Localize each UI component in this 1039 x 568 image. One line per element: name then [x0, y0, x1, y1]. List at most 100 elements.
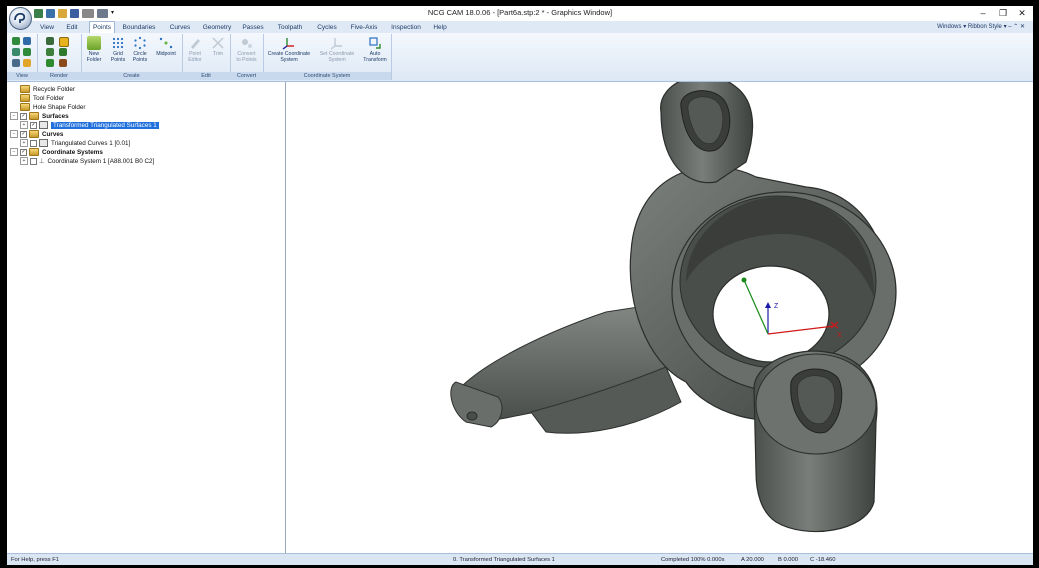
- tab-view[interactable]: View: [37, 22, 57, 33]
- render-texture-icon[interactable]: [59, 59, 67, 67]
- zoom-fit-icon[interactable]: [12, 59, 20, 67]
- coord-checkbox[interactable]: [30, 157, 37, 165]
- tree-item-recycle-folder[interactable]: Recycle Folder: [20, 85, 75, 94]
- surface-checkbox[interactable]: ✓: [30, 121, 37, 129]
- part-model: Z X: [450, 82, 897, 533]
- pencil-icon: [191, 39, 200, 49]
- bore-hole: [712, 265, 830, 363]
- view-front-icon[interactable]: [12, 48, 20, 56]
- circle-points-button[interactable]: Circle Points: [130, 36, 150, 63]
- object-tree-panel: Recycle Folder Tool Folder Hole Shape Fo…: [7, 82, 286, 553]
- minimize-ribbon-icon[interactable]: – ⌃ ✕: [1008, 24, 1025, 30]
- ribbon-group-view: View: [7, 34, 38, 80]
- tab-toolpath[interactable]: Toolpath: [275, 22, 305, 33]
- tab-cycles[interactable]: Cycles: [314, 22, 340, 33]
- trim-button[interactable]: Trim: [208, 36, 228, 57]
- minimize-icon[interactable]: –: [975, 7, 991, 19]
- axis-x-label: X: [837, 332, 842, 339]
- collapse-icon[interactable]: −: [10, 112, 18, 121]
- surfaces-checkbox[interactable]: ✓: [20, 112, 27, 120]
- group-label-coordinate-system: Coordinate System: [263, 72, 391, 80]
- status-selection: 0. Transformed Triangulated Surfaces 1: [453, 557, 555, 563]
- tree-item-coordinate-system-1[interactable]: + ⊥ Coordinate System 1 [A88.001 B0 C2]: [20, 157, 154, 166]
- convert-to-points-button[interactable]: Convert to Points: [232, 36, 261, 63]
- tree-item-transformed-surfaces[interactable]: + ✓ Transformed Triangulated Surfaces 1: [20, 121, 159, 130]
- app-logo-icon: [14, 12, 26, 23]
- tree-item-surfaces[interactable]: − ✓ Surfaces: [10, 112, 69, 121]
- status-b-angle: B 0.000: [778, 557, 798, 563]
- render-gold-icon[interactable]: [59, 37, 69, 47]
- view-iso-icon[interactable]: [12, 37, 20, 45]
- ribbon: View Render New Folder Grid Points Circl…: [7, 33, 1033, 82]
- windows-menu[interactable]: Windows: [937, 24, 961, 30]
- render-shaded-icon[interactable]: [46, 37, 54, 45]
- new-folder-button[interactable]: New Folder: [83, 36, 105, 63]
- zoom-window-icon[interactable]: [23, 59, 31, 67]
- group-label-convert: Convert: [230, 72, 263, 80]
- tree-item-curves[interactable]: − ✓ Curves: [10, 130, 63, 139]
- expand-icon[interactable]: +: [20, 139, 28, 148]
- group-label-edit: Edit: [182, 72, 230, 80]
- view-side-icon[interactable]: [23, 48, 31, 56]
- status-a-angle: A 20.000: [741, 557, 764, 563]
- set-coordinate-system-button[interactable]: Set Coordinate System: [315, 36, 359, 63]
- midpoint-button[interactable]: Midpoint: [152, 36, 180, 57]
- tab-curves[interactable]: Curves: [167, 22, 193, 33]
- selected-tree-label: Transformed Triangulated Surfaces 1: [51, 122, 159, 129]
- coord-folder-icon: [29, 148, 39, 157]
- tab-geometry[interactable]: Geometry: [201, 22, 233, 33]
- coord-systems-checkbox[interactable]: ✓: [20, 148, 27, 156]
- app-menu-button[interactable]: [9, 7, 32, 30]
- expand-icon[interactable]: +: [20, 157, 28, 166]
- tab-five-axis[interactable]: Five-Axis: [348, 22, 380, 33]
- status-c-angle: C -18.460: [810, 557, 836, 563]
- tree-item-tool-folder[interactable]: Tool Folder: [20, 94, 64, 103]
- coordinate-axes-icon: [282, 38, 294, 50]
- auto-transform-icon: [369, 37, 381, 49]
- axis-y-dot: [741, 277, 747, 283]
- group-label-view: View: [7, 72, 37, 80]
- tree-item-hole-shape-folder[interactable]: Hole Shape Folder: [20, 103, 86, 112]
- create-coordinate-system-button[interactable]: Create Coordinate System: [265, 36, 313, 63]
- status-bar: For Help, press F1 0. Transformed Triang…: [7, 553, 1033, 565]
- ribbon-group-edit: Point Editor Trim Edit: [182, 34, 231, 80]
- tree-item-coordinate-systems[interactable]: − ✓ Coordinate Systems: [10, 148, 103, 157]
- render-hidden-icon[interactable]: [59, 48, 67, 56]
- curves-folder-icon: [29, 130, 39, 139]
- axis-z-label: Z: [774, 303, 779, 310]
- window-title: NCG CAM 18.0.06 - [Part6a.stp:2 * - Grap…: [427, 8, 613, 17]
- render-smooth-icon[interactable]: [46, 59, 54, 67]
- graphics-window[interactable]: Z X: [286, 82, 1033, 553]
- expand-icon[interactable]: +: [20, 121, 28, 130]
- curve-checkbox[interactable]: [30, 139, 37, 147]
- auto-transform-button[interactable]: Auto Transform: [361, 36, 389, 63]
- surfaces-folder-icon: [29, 112, 39, 121]
- view-top-icon[interactable]: [23, 37, 31, 45]
- ribbon-group-render: Render: [37, 34, 82, 80]
- tab-help[interactable]: Help: [431, 22, 449, 33]
- set-axes-icon: [330, 38, 342, 50]
- render-wire-icon[interactable]: [46, 48, 54, 56]
- application-window: ▾ NCG CAM 18.0.06 - [Part6a.stp:2 * - Gr…: [7, 6, 1033, 565]
- tab-boundaries[interactable]: Boundaries: [120, 22, 158, 33]
- curves-checkbox[interactable]: ✓: [20, 130, 27, 138]
- restore-icon[interactable]: ❐: [995, 7, 1011, 19]
- tab-inspection[interactable]: Inspection: [388, 22, 424, 33]
- tab-passes[interactable]: Passes: [240, 22, 266, 33]
- ribbon-group-convert: Convert to Points Convert: [230, 34, 264, 80]
- grid-points-button[interactable]: Grid Points: [108, 36, 128, 63]
- close-icon[interactable]: ✕: [1014, 7, 1030, 19]
- recycle-folder-icon: [20, 85, 30, 94]
- circle-points-icon: [134, 36, 146, 50]
- point-editor-button[interactable]: Point Editor: [184, 36, 206, 63]
- collapse-icon[interactable]: −: [10, 130, 18, 139]
- tree-item-triangulated-curves[interactable]: + Triangulated Curves 1 [0.01]: [20, 139, 130, 148]
- convert-icon: [241, 39, 252, 48]
- ribbon-group-coordinate-system: Create Coordinate System Set Coordinate …: [263, 34, 392, 80]
- tab-edit[interactable]: Edit: [63, 22, 81, 33]
- collapse-icon[interactable]: −: [10, 148, 18, 157]
- arm-end-hole: [466, 411, 478, 421]
- ribbon-right-menu: Windows ▾ Ribbon Style ▾ – ⌃ ✕: [937, 23, 1025, 30]
- ribbon-style-menu[interactable]: Ribbon Style: [968, 24, 1002, 30]
- axis-icon: ⊥: [39, 158, 45, 165]
